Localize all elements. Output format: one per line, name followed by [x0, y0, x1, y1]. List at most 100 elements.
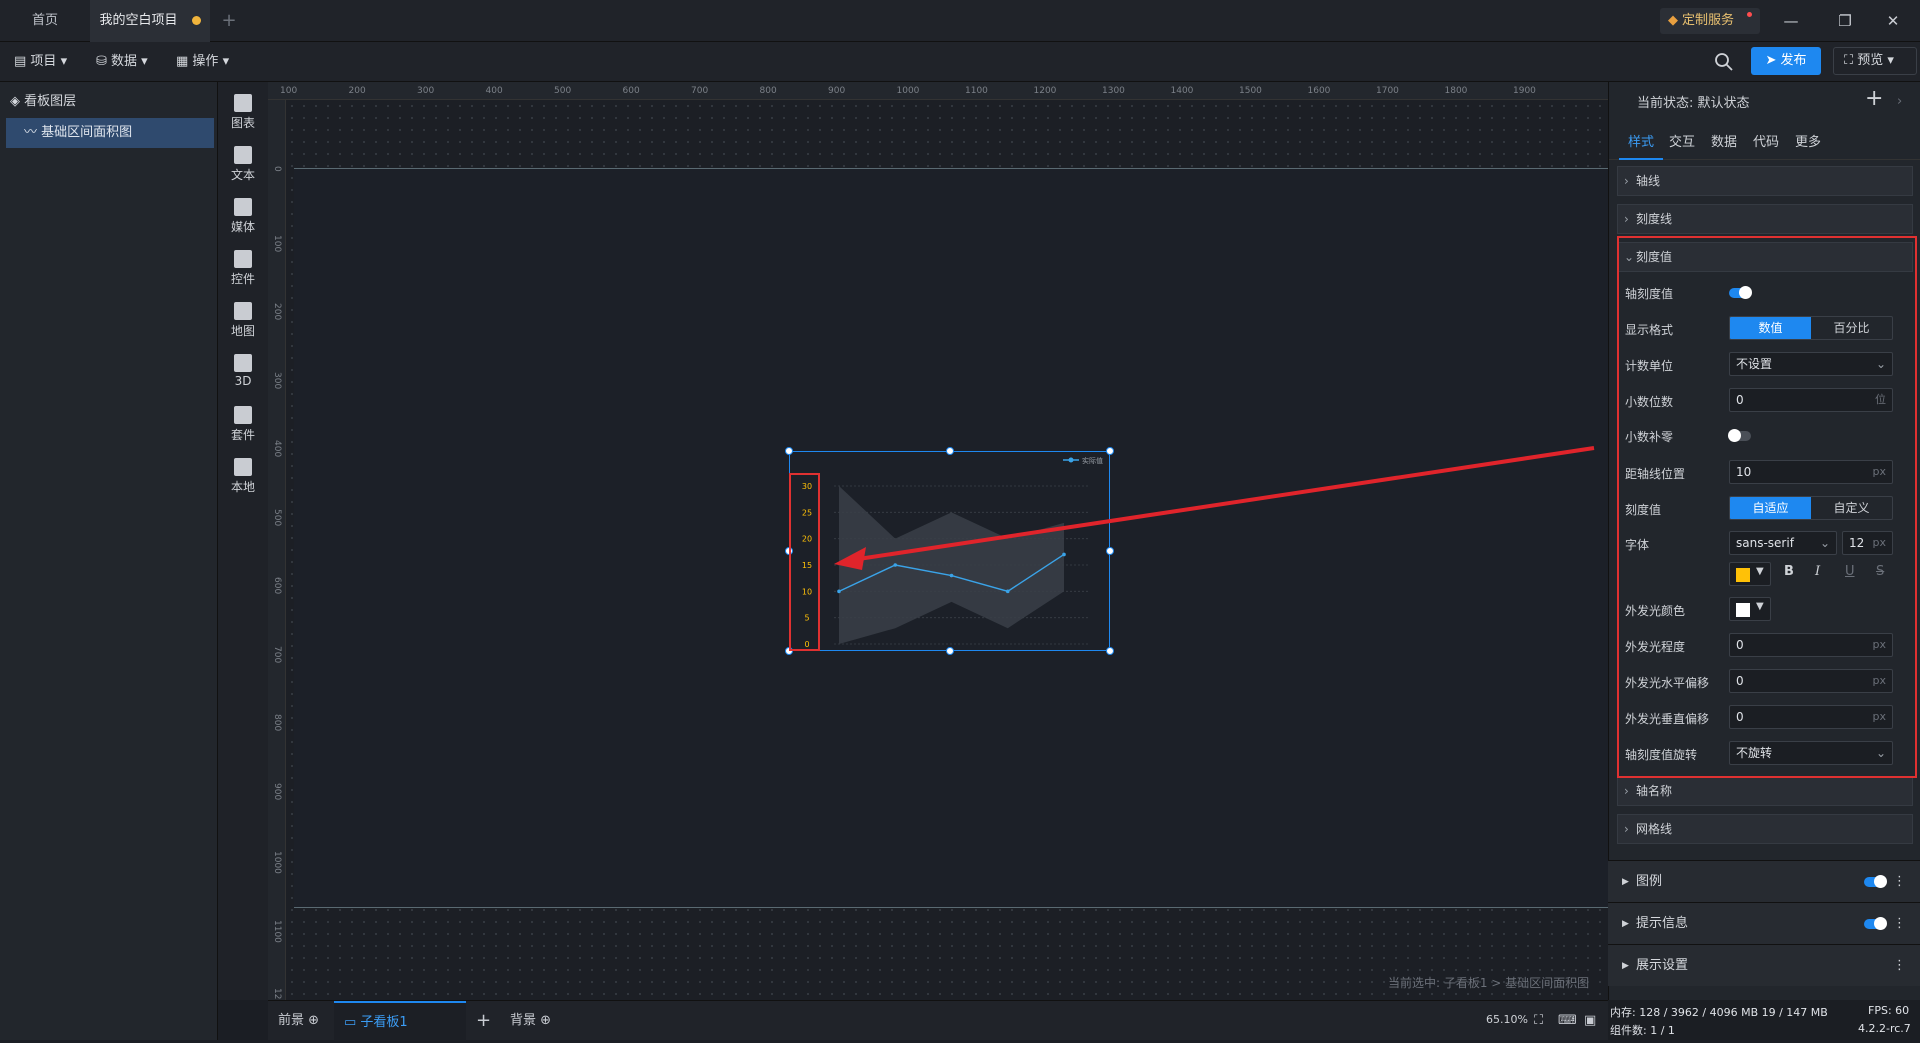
fit-screen-icon[interactable]: ⛶	[1534, 1001, 1543, 1041]
italic-icon[interactable]: I	[1815, 564, 1820, 579]
glow-color-picker[interactable]: ▼	[1729, 597, 1771, 621]
glow-v-input[interactable]: 0 px	[1729, 705, 1893, 729]
section-legend[interactable]: ▶ 图例 ⋮	[1608, 860, 1920, 902]
section-display[interactable]: ▶ 展示设置 ⋮	[1608, 944, 1920, 986]
px-unit: px	[1872, 638, 1887, 651]
comp-text[interactable]: 文本	[218, 146, 268, 183]
resize-handle-r[interactable]	[1106, 547, 1114, 555]
minimize-button[interactable]: —	[1764, 0, 1818, 42]
comp-kit[interactable]: 套件	[218, 406, 268, 443]
display-format-segment[interactable]: 数值 百分比	[1729, 316, 1893, 340]
tab-project[interactable]: 我的空白项目	[90, 0, 210, 42]
resize-handle-tr[interactable]	[1106, 447, 1114, 455]
format-percent[interactable]: 百分比	[1811, 317, 1892, 339]
glow-h-input[interactable]: 0 px	[1729, 669, 1893, 693]
decimals-input[interactable]: 0位	[1729, 388, 1893, 412]
toolbar: ▤ 项目 ▾ ⛁ 数据 ▾ ▦ 操作 ▾	[0, 42, 1920, 82]
tab-data[interactable]: 数据	[1711, 126, 1737, 160]
bold-icon[interactable]: B	[1784, 564, 1794, 579]
preview-button[interactable]: ⛶ 预览 ▾	[1833, 47, 1917, 75]
resize-handle-br[interactable]	[1106, 647, 1114, 655]
more-vertical-icon[interactable]: ⋮	[1893, 903, 1906, 945]
search-icon[interactable]	[1714, 52, 1734, 72]
section-legend-label: 图例	[1636, 874, 1663, 889]
zoom-level[interactable]: 65.10%	[1486, 1013, 1528, 1026]
terminal-icon[interactable]: ▣	[1584, 1001, 1596, 1041]
ruler-top-tick: 800	[759, 86, 777, 96]
px-unit: px	[1872, 465, 1887, 478]
more-vertical-icon[interactable]: ⋮	[1893, 945, 1906, 987]
ruler-left-tick: 1000	[272, 851, 282, 874]
section-axis-name-label: 轴名称	[1636, 784, 1673, 798]
format-number[interactable]: 数值	[1730, 317, 1811, 339]
chevron-right-icon: ›	[1624, 212, 1629, 226]
tab-background[interactable]: 背景 ⊕	[510, 1001, 551, 1041]
comp-media[interactable]: 媒体	[218, 198, 268, 235]
decimals-value: 0	[1736, 393, 1744, 407]
rotate-select[interactable]: 不旋转 ⌄	[1729, 741, 1893, 765]
chevron-down-icon: ⌄	[1875, 357, 1886, 371]
tab-sub-board[interactable]: ▭ 子看板1	[334, 1001, 466, 1041]
axis-distance-input[interactable]: 10 px	[1729, 460, 1893, 484]
pad-zero-toggle[interactable]	[1728, 429, 1751, 442]
count-unit-select[interactable]: 不设置 ⌄	[1729, 352, 1893, 376]
grid-icon: ▦	[176, 54, 193, 69]
custom-service-button[interactable]: ◆ 定制服务	[1660, 8, 1760, 34]
resize-handle-t[interactable]	[946, 447, 954, 455]
tab-code[interactable]: 代码	[1753, 126, 1779, 160]
comp-local[interactable]: 本地	[218, 458, 268, 495]
label-axis-tick-value: 轴刻度值	[1625, 287, 1674, 301]
section-axis-line[interactable]: › 轴线	[1617, 166, 1913, 196]
add-state-button[interactable]: +	[1865, 86, 1883, 111]
plus-circle-icon: ⊕	[308, 1013, 320, 1028]
keyboard-icon[interactable]: ⌨	[1558, 1001, 1577, 1041]
resize-handle-b[interactable]	[946, 647, 954, 655]
tick-val-segment[interactable]: 自适应 自定义	[1729, 496, 1893, 520]
add-tab-button[interactable]: +	[214, 0, 244, 42]
chevron-right-icon[interactable]: ›	[1897, 94, 1902, 109]
chart-selection-frame[interactable]	[789, 451, 1110, 651]
tab-home[interactable]: 首页	[0, 0, 90, 42]
glow-level-input[interactable]: 0 px	[1729, 633, 1893, 657]
menu-operate[interactable]: ▦ 操作 ▾	[176, 42, 229, 82]
section-tick-line[interactable]: › 刻度线	[1617, 204, 1913, 234]
menu-project-label: 项目	[30, 54, 57, 69]
menu-data[interactable]: ⛁ 数据 ▾	[96, 42, 148, 82]
comp-text-label: 文本	[230, 168, 255, 182]
layer-item[interactable]: 〰 基础区间面积图	[6, 118, 214, 148]
section-tick-line-label: 刻度线	[1636, 212, 1673, 226]
strikethrough-icon[interactable]: S	[1876, 564, 1884, 579]
section-tooltip[interactable]: ▶ 提示信息 ⋮	[1608, 902, 1920, 944]
add-board-button[interactable]: +	[476, 1001, 491, 1041]
resize-handle-tl[interactable]	[785, 447, 793, 455]
tooltip-toggle[interactable]	[1864, 917, 1887, 930]
tab-style[interactable]: 样式	[1619, 126, 1663, 160]
restore-button[interactable]: ❐	[1818, 0, 1872, 42]
area-chart-icon: 〰	[24, 125, 42, 140]
publish-button[interactable]: ➤ 发布	[1751, 47, 1821, 75]
tick-auto[interactable]: 自适应	[1730, 497, 1811, 519]
caret-down-icon: ▼	[1756, 566, 1764, 577]
comp-chart[interactable]: 图表	[218, 94, 268, 131]
font-family-select[interactable]: sans-serif ⌄	[1729, 531, 1837, 555]
section-grid-line[interactable]: › 网格线	[1617, 814, 1913, 844]
comp-media-label: 媒体	[230, 220, 255, 234]
menu-project[interactable]: ▤ 项目 ▾	[14, 42, 67, 82]
tab-interaction[interactable]: 交互	[1669, 126, 1695, 160]
font-size-input[interactable]: 12 px	[1842, 531, 1893, 555]
comp-map[interactable]: 地图	[218, 302, 268, 339]
font-color-picker[interactable]: ▼	[1729, 562, 1771, 586]
legend-toggle[interactable]	[1864, 875, 1887, 888]
close-button[interactable]: ✕	[1866, 0, 1920, 42]
tab-more[interactable]: 更多	[1795, 126, 1821, 160]
section-axis-name[interactable]: › 轴名称	[1617, 776, 1913, 806]
more-vertical-icon[interactable]: ⋮	[1893, 861, 1906, 903]
axis-tick-value-toggle[interactable]	[1729, 286, 1752, 299]
comp-control[interactable]: 控件	[218, 250, 268, 287]
comp-3d[interactable]: 3D	[218, 354, 268, 388]
tab-foreground[interactable]: 前景 ⊕	[278, 1001, 319, 1041]
tick-custom[interactable]: 自定义	[1811, 497, 1892, 519]
ruler-left-tick: 600	[272, 577, 282, 595]
font-size-value: 12	[1849, 536, 1865, 550]
underline-icon[interactable]: U	[1845, 564, 1855, 579]
